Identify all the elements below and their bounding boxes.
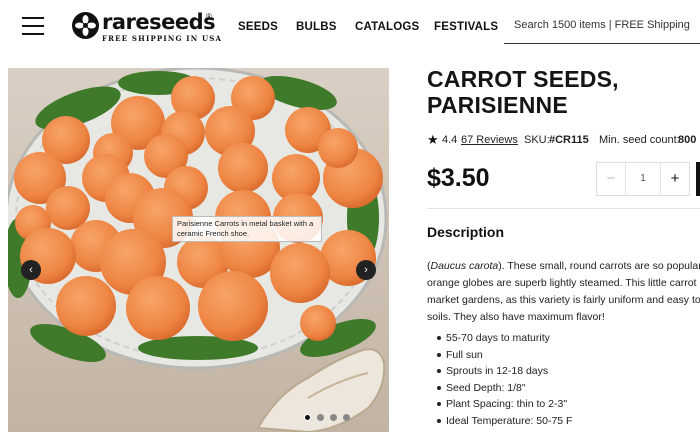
nav-festivals[interactable]: FESTIVALS [434, 21, 498, 33]
product-image-gallery[interactable]: Parisienne Carrots in metal basket with … [8, 68, 389, 432]
quantity-input[interactable]: 1 [625, 163, 661, 195]
quantity-stepper: − 1 + [596, 162, 690, 196]
search-box [504, 10, 700, 44]
description-heading: Description [427, 224, 505, 240]
rating-value: 4.4 [442, 134, 458, 146]
product-price: $3.50 [427, 164, 490, 192]
description-line: soils. They also have maximum flavor! [427, 311, 605, 323]
next-image-button[interactable]: › [356, 260, 376, 280]
registered-mark: ® [206, 12, 212, 21]
list-item: Full sun [437, 347, 572, 364]
growing-info-list: 55-70 days to maturity Full sun Sprouts … [437, 330, 572, 429]
description-line: ). These small, round carrots are so pop… [498, 260, 700, 272]
slide-dot[interactable] [304, 414, 311, 421]
slide-dot[interactable] [317, 414, 324, 421]
section-divider [427, 208, 700, 209]
description-text: (Daucus carota). These small, round carr… [427, 258, 700, 326]
carrot-basket-photo [8, 68, 389, 432]
seed-flower-logo-icon [72, 12, 99, 39]
chevron-right-icon: › [364, 264, 368, 276]
list-item: Sprouts in 12-18 days [437, 363, 572, 380]
search-input[interactable] [514, 19, 700, 31]
add-to-cart-button[interactable] [696, 162, 700, 196]
description-line: orange globes are superb lightly steamed… [427, 277, 700, 289]
star-icon: ★ [427, 132, 439, 147]
list-item: Ideal Temperature: 50-75 F [437, 413, 572, 430]
slide-dot[interactable] [343, 414, 350, 421]
latin-name: Daucus carota [430, 260, 499, 272]
chevron-left-icon: ‹ [29, 264, 33, 276]
list-item: Plant Spacing: thin to 2-3" [437, 396, 572, 413]
site-logo[interactable]: rareseeds ® FREE SHIPPING IN USA [72, 10, 221, 44]
sku-label: SKU: [524, 134, 550, 146]
slide-dot[interactable] [330, 414, 337, 421]
nav-seeds[interactable]: SEEDS [238, 21, 278, 33]
image-caption: Parisienne Carrots in metal basket with … [172, 216, 322, 242]
menu-icon[interactable] [22, 15, 44, 35]
logo-tagline: FREE SHIPPING IN USA [102, 34, 223, 43]
prev-image-button[interactable]: ‹ [21, 260, 41, 280]
site-header: rareseeds ® FREE SHIPPING IN USA SEEDS B… [0, 0, 700, 56]
increase-quantity-button[interactable]: + [661, 163, 689, 195]
reviews-link[interactable]: 67 Reviews [461, 134, 518, 146]
logo-wordmark: rareseeds [102, 10, 216, 34]
decrease-quantity-button[interactable]: − [597, 163, 625, 195]
list-item: Seed Depth: 1/8" [437, 380, 572, 397]
min-seed-label: Min. seed count: [599, 134, 680, 146]
sku-value: #CR115 [549, 134, 589, 146]
product-title: CARROT SEEDS, PARISIENNE [427, 66, 619, 118]
nav-bulbs[interactable]: BULBS [296, 21, 337, 33]
list-item: 55-70 days to maturity [437, 330, 572, 347]
description-line: market gardens, as this variety is fairl… [427, 294, 700, 306]
nav-catalogs[interactable]: CATALOGS [355, 21, 419, 33]
min-seed-value: 800 [678, 134, 697, 146]
